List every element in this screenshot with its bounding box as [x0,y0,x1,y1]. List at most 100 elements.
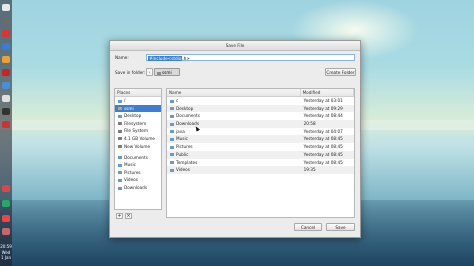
dock-app-icon[interactable] [2,185,10,192]
file-name: java [176,128,185,134]
home-icon [157,71,161,75]
dock-app-icon[interactable] [2,215,10,222]
file-modified: Yesterday at 03:01 [303,98,343,103]
places-sidebar: Places / ssmi Desktop Filesystem File Sy… [114,88,162,210]
place-label: Documents [124,154,148,160]
folder-icon [118,114,122,118]
create-folder-button[interactable]: Create Folder [325,68,356,76]
place-label: Pictures [124,169,141,175]
filename-selected-text: #include<stdio [148,56,183,61]
file-name: c [176,98,179,103]
table-row[interactable]: Public Yesterday at 08:45 [167,150,354,159]
breadcrumb-back-button[interactable]: ‹ [146,68,153,76]
place-item-downloads[interactable]: Downloads [115,184,161,192]
breadcrumb-current-folder[interactable]: ssmi [154,68,180,76]
file-name: Pictures [176,144,193,150]
table-row[interactable]: Documents Yesterday at 08:44 [167,112,354,120]
cancel-button[interactable]: Cancel [294,223,322,231]
places-header[interactable]: Places [115,89,161,97]
file-modified: Yesterday at 08:45 [303,151,343,157]
folder-icon [118,186,122,190]
folder-icon [170,145,174,149]
drive-icon [118,145,122,149]
save-in-folder-label: Save in folder: [115,70,146,75]
dialog-title: Save File [110,41,360,51]
dock-app-icon[interactable] [2,4,10,11]
drive-icon [118,129,122,133]
table-row[interactable]: c Yesterday at 03:01 [167,97,354,105]
filename-input[interactable]: #include<stdio.h> [146,54,355,61]
add-bookmark-button[interactable]: + [116,213,123,219]
folder-icon [170,122,174,126]
folder-icon [170,161,174,164]
place-label: / [124,98,126,103]
place-item-filesystem[interactable]: Filesystem [115,120,161,128]
dock-app-icon[interactable] [2,69,10,76]
file-name: Desktop [176,105,194,111]
place-item-desktop[interactable]: Desktop [115,112,161,120]
file-name: Templates [176,159,198,165]
table-row[interactable]: Music Yesterday at 08:45 [167,135,354,144]
drive-icon [118,137,122,141]
folder-icon [170,107,174,111]
dock-app-icon[interactable] [2,43,10,50]
clock-time[interactable]: 20:59 [0,244,12,249]
dock-app-icon[interactable] [2,200,10,207]
place-item-music[interactable]: Music [115,161,161,169]
folder-icon [170,99,174,103]
file-modified: Yesterday at 08:44 [303,113,343,119]
file-name: Music [176,136,188,142]
file-list: Name Modified c Yesterday at 03:01 Deskto… [166,88,355,218]
table-row[interactable]: Pictures Yesterday at 08:45 [167,143,354,151]
place-label: New Volume [124,143,151,149]
dock-app-icon[interactable] [2,108,10,115]
filename-rest-text: .h> [182,56,190,61]
file-modified: 20:58 [303,121,316,127]
folder-icon [170,168,174,172]
dock-app-icon[interactable] [2,228,10,235]
folder-icon [118,178,122,182]
place-label: Filesystem [124,120,147,126]
folder-icon [170,130,174,134]
folder-icon [118,163,122,167]
table-row[interactable]: Templates Yesterday at 08:45 [167,159,354,167]
place-item-volume[interactable]: 4.1 GB Volume [115,135,161,143]
drive-icon [118,122,122,126]
file-modified: Yesterday at 08:45 [303,136,343,142]
folder-icon [170,153,174,157]
place-label: Downloads [124,185,147,191]
dock-app-icon[interactable] [2,30,10,37]
table-row[interactable]: Videos 19:35 [167,166,354,174]
folder-icon [170,114,174,118]
name-label: Name: [115,55,129,60]
file-modified: Yesterday at 08:45 [303,159,343,165]
place-item-new-volume[interactable]: New Volume [115,143,161,151]
dock-app-icon[interactable] [2,17,10,24]
dock-app-icon[interactable] [2,56,10,63]
file-name: Documents [176,113,200,119]
file-modified: 19:35 [303,167,316,173]
home-icon [118,107,122,111]
place-item-pictures[interactable]: Pictures [115,169,161,177]
save-button[interactable]: Save [326,223,355,231]
column-header-modified[interactable]: Modified [301,89,354,96]
left-dock: 20:59 Wed 1 Jan [0,0,12,266]
column-header-name[interactable]: Name [167,89,301,96]
place-item-file-system[interactable]: File System [115,127,161,135]
dock-app-icon[interactable] [2,121,10,128]
file-modified: Yesterday at 04:07 [303,128,343,134]
table-row[interactable]: Desktop Yesterday at 09:29 [167,104,354,113]
current-folder-label: ssmi [162,70,172,75]
remove-bookmark-button[interactable]: × [125,213,132,219]
save-file-dialog: Save File Name: #include<stdio.h> Save i… [109,40,361,238]
dock-app-icon[interactable] [2,82,10,89]
place-label: File System [124,128,148,134]
file-name: Public [176,151,189,157]
place-label: 4.1 GB Volume [124,135,156,141]
file-list-header: Name Modified [167,89,354,97]
place-item-ssmi[interactable]: ssmi [115,104,161,113]
place-item-root[interactable]: / [115,97,161,105]
dock-app-icon[interactable] [2,95,10,102]
place-item-videos[interactable]: Videos [115,176,161,184]
place-item-documents[interactable]: Documents [115,154,161,162]
